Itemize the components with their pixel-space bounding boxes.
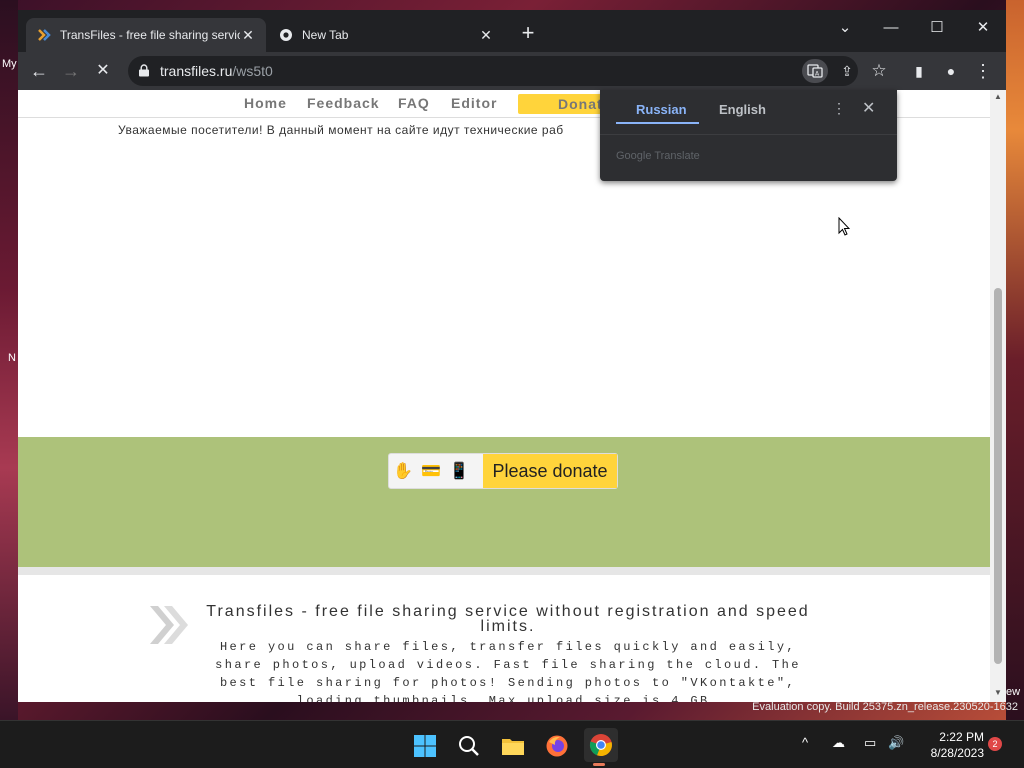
network-icon[interactable]: ▭ xyxy=(864,735,876,751)
clock-time: 2:22 PM xyxy=(939,730,984,744)
cloud-offline-icon[interactable]: ☁ xyxy=(832,735,845,751)
section-divider xyxy=(18,567,990,575)
transfiles-favicon-icon xyxy=(36,27,52,43)
taskbar: ^ ☁ ▭ 🔊 2:22 PM 8/28/2023 2 xyxy=(0,720,1024,768)
show-hidden-icons-chevron-icon[interactable]: ^ xyxy=(802,735,808,750)
back-arrow-icon[interactable]: ← xyxy=(26,58,52,84)
minimize-button[interactable]: — xyxy=(868,14,914,42)
tab-close-icon[interactable]: ✕ xyxy=(240,27,256,44)
bookmark-star-icon[interactable]: ☆ xyxy=(866,59,892,83)
translate-options-icon[interactable]: ⋮ xyxy=(832,100,846,117)
search-icon[interactable] xyxy=(454,731,484,761)
tab-title: New Tab xyxy=(302,28,349,42)
new-tab-button[interactable]: + xyxy=(516,22,540,46)
windows-start-icon[interactable] xyxy=(410,731,440,761)
google-translate-logo: Google Translate xyxy=(616,150,700,162)
tab-transfiles[interactable]: TransFiles - free file sharing service ✕ xyxy=(26,18,266,52)
evaluation-watermark: Evaluation copy. Build 25375.zn_release.… xyxy=(752,701,1018,713)
donate-widget[interactable]: ✋ 💳 📱 Please donate xyxy=(388,453,618,489)
desktop-icon-label: My xyxy=(2,58,17,70)
lock-icon xyxy=(139,64,149,77)
tab-title: TransFiles - free file sharing service xyxy=(60,28,240,42)
transfiles-logo-icon xyxy=(150,606,188,644)
share-icon[interactable]: ⇪ xyxy=(834,59,860,83)
active-app-indicator xyxy=(593,763,605,766)
scroll-up-icon[interactable]: ▲ xyxy=(994,92,1002,101)
phone-icon: 📱 xyxy=(449,463,469,480)
tab-close-icon[interactable]: ✕ xyxy=(478,27,494,44)
desktop-right-strip xyxy=(1006,0,1024,720)
chrome-menu-icon[interactable]: ⋮ xyxy=(970,58,996,84)
footer-description: Here you can share files, transfer files… xyxy=(215,640,801,702)
nav-faq[interactable]: FAQ xyxy=(398,95,430,111)
firefox-icon[interactable] xyxy=(542,731,572,761)
page-scrollbar[interactable]: ▲ ▼ xyxy=(990,90,1006,702)
address-bar[interactable]: transfiles.ru/ws5t0 A ⇪ ☆ xyxy=(128,56,887,86)
translate-popup: Russian English ⋮ ✕ Google Translate xyxy=(600,90,897,181)
mouse-cursor-icon xyxy=(838,217,850,236)
footer-title: Transfiles - free file sharing service w… xyxy=(206,603,810,635)
nav-editor[interactable]: Editor xyxy=(451,95,497,111)
tab-new-tab[interactable]: New Tab ✕ xyxy=(268,18,504,52)
system-clock[interactable]: 2:22 PM 8/28/2023 xyxy=(914,729,984,761)
stop-loading-icon[interactable]: ✕ xyxy=(90,58,116,84)
page-viewport: Home Feedback FAQ Editor Donat Уважаемые… xyxy=(18,90,990,702)
yoomoney-icon: ✋ xyxy=(393,463,413,480)
desktop-icon-label: ew xyxy=(1006,686,1021,698)
maintenance-notice: Уважаемые посетители! В данный момент на… xyxy=(118,123,564,137)
url-path: /ws5t0 xyxy=(232,63,273,79)
browser-toolbar: ← → ✕ transfiles.ru/ws5t0 A ⇪ ☆ ▮ ● ⋮ xyxy=(18,52,1006,90)
volume-icon[interactable]: 🔊 xyxy=(888,735,904,751)
side-panel-icon[interactable]: ▮ xyxy=(906,58,932,84)
desktop-icon-label: N xyxy=(8,352,16,364)
profile-icon[interactable]: ● xyxy=(938,58,964,84)
url-host: transfiles.ru xyxy=(160,63,233,79)
tab-search-chevron-icon[interactable]: ⌄ xyxy=(822,14,868,42)
nav-feedback[interactable]: Feedback xyxy=(307,95,380,111)
card-wallet-icon: 💳 xyxy=(421,463,441,480)
url-text: transfiles.ru/ws5t0 xyxy=(160,63,273,79)
popup-divider xyxy=(600,134,897,135)
selected-lang-indicator xyxy=(616,122,699,124)
notification-badge[interactable]: 2 xyxy=(988,737,1002,751)
close-window-button[interactable]: ✕ xyxy=(960,14,1006,42)
chrome-favicon-icon xyxy=(278,27,294,43)
translate-close-icon[interactable]: ✕ xyxy=(862,98,875,118)
translate-icon[interactable]: A xyxy=(802,59,828,83)
nav-home[interactable]: Home xyxy=(244,95,287,111)
chrome-taskbar-icon[interactable] xyxy=(584,728,618,766)
maximize-button[interactable]: ☐ xyxy=(914,14,960,42)
please-donate-button[interactable]: Please donate xyxy=(483,454,617,488)
tab-russian[interactable]: Russian xyxy=(636,102,687,117)
browser-window: TransFiles - free file sharing service ✕… xyxy=(18,10,1006,702)
scrollbar-thumb[interactable] xyxy=(994,288,1002,664)
tab-strip: TransFiles - free file sharing service ✕… xyxy=(18,10,1006,52)
forward-arrow-icon[interactable]: → xyxy=(58,58,84,84)
tab-english[interactable]: English xyxy=(719,102,766,117)
scroll-down-icon[interactable]: ▼ xyxy=(994,688,1002,697)
file-explorer-icon[interactable] xyxy=(498,731,528,761)
clock-date: 8/28/2023 xyxy=(930,746,984,760)
